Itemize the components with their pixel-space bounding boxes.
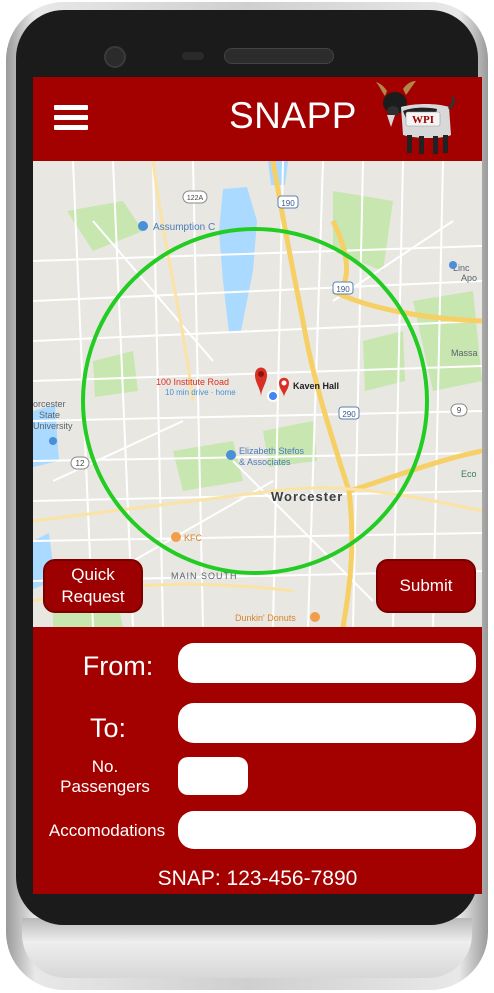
map-label: Elizabeth Stefos xyxy=(239,446,305,456)
map-label: Eco xyxy=(461,469,477,479)
to-label: To: xyxy=(89,713,127,743)
map-label: KFC xyxy=(184,533,203,543)
hwy-shield-190: 190 xyxy=(332,281,354,295)
app-header: SNAPP WPI xyxy=(33,77,482,161)
proximity-sensor xyxy=(182,52,204,60)
city-label: Worcester xyxy=(271,489,343,504)
ride-request-form: From: To: No. Passengers Accomodations S… xyxy=(33,627,482,894)
quick-request-label: Quick Request xyxy=(61,564,124,608)
from-label: From: xyxy=(82,651,154,681)
logo-text: WPI xyxy=(412,114,434,126)
hwy-shield-9: 9 xyxy=(450,403,468,417)
map-view[interactable]: 190 190 290 122A 9 12 Assumption C orces… xyxy=(33,161,482,627)
to-field[interactable] xyxy=(178,703,476,743)
hwy-label: 122A xyxy=(187,195,204,202)
map-label: 10 min drive · home xyxy=(165,388,236,397)
restaurant-icon xyxy=(310,612,320,622)
place-icon xyxy=(449,261,457,269)
wpi-goat-logo: WPI xyxy=(376,81,455,154)
map-label: 100 Institute Road xyxy=(156,377,229,387)
from-field[interactable] xyxy=(178,643,476,683)
hwy-label: 190 xyxy=(281,199,295,208)
hamburger-menu-icon[interactable] xyxy=(54,105,88,131)
quick-request-line1: Quick xyxy=(71,565,115,584)
snap-phone-number: SNAP: 123-456-7890 xyxy=(157,867,358,890)
earpiece-speaker xyxy=(224,48,334,64)
quick-request-button[interactable]: Quick Request xyxy=(43,559,143,613)
passengers-label-line2: Passengers xyxy=(60,777,150,796)
hwy-shield-290: 290 xyxy=(338,406,360,420)
hwy-shield-12: 12 xyxy=(70,456,90,470)
hwy-label: 190 xyxy=(336,285,350,294)
menu-bar-top xyxy=(54,105,88,110)
menu-bar-middle xyxy=(54,115,88,120)
map-canvas[interactable]: 190 190 290 122A 9 12 Assumption C orces… xyxy=(33,161,482,627)
accommodations-label: Accomodations xyxy=(48,821,166,840)
map-label: orcester xyxy=(33,399,66,409)
map-label: Dunkin' Donuts xyxy=(235,613,296,623)
map-label: Massa xyxy=(451,348,478,358)
passengers-label-line1: No. xyxy=(91,757,119,776)
hwy-shield-122a: 122A xyxy=(182,190,208,204)
school-icon xyxy=(49,437,57,445)
hwy-shield-190: 190 xyxy=(277,195,299,209)
passengers-field[interactable] xyxy=(178,757,248,795)
hwy-label: 9 xyxy=(457,406,462,415)
restaurant-icon xyxy=(171,532,181,542)
map-label: Kaven Hall xyxy=(293,381,339,391)
accommodations-field[interactable] xyxy=(178,811,476,849)
poi-kfc[interactable]: KFC xyxy=(171,532,203,543)
map-label: University xyxy=(33,421,73,431)
submit-button[interactable]: Submit xyxy=(376,559,476,613)
current-location-dot xyxy=(267,390,279,402)
front-camera xyxy=(104,46,126,68)
app-screen: SNAPP WPI 190 190 290 122A 9 12 Assumpti… xyxy=(33,77,482,894)
app-title: SNAPP xyxy=(229,95,357,136)
place-icon xyxy=(226,450,236,460)
phone-bottom-bezel xyxy=(22,918,472,978)
hwy-label: 12 xyxy=(76,459,85,468)
hwy-label: 290 xyxy=(342,410,356,419)
map-label: Apo xyxy=(461,273,477,283)
menu-bar-bottom xyxy=(54,125,88,130)
map-label: Assumption C xyxy=(153,222,215,233)
passengers-label: No. Passengers xyxy=(45,757,165,797)
map-label: & Associates xyxy=(239,457,291,467)
map-label: State xyxy=(39,410,60,420)
quick-request-line2: Request xyxy=(61,587,125,606)
